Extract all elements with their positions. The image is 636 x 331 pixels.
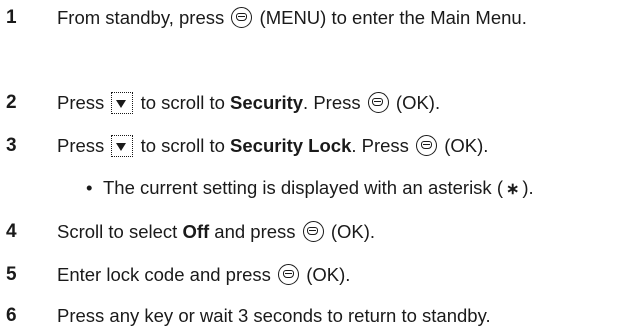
step-text: Press to scroll to Security Lock. Press … [57,134,632,158]
ok-key-icon [416,135,438,156]
step-text: From standby, press (MENU) to enter the … [57,6,527,30]
step-text-part: (OK). [444,135,489,156]
menu-option-security-lock: Security Lock [230,135,352,156]
step-text-part: Enter lock code and press [57,264,271,285]
step-number: 4 [6,221,17,242]
step-text-part: (MENU) to enter the Main Menu. [259,7,527,28]
step-text-part: Scroll to select [57,221,178,242]
step-number: 3 [6,135,17,156]
step-text-part: Press [57,92,105,113]
note-text-part: The current setting is displayed with an… [103,177,503,198]
step-number: 6 [6,305,17,326]
ok-key-icon [367,92,389,113]
step-text-part: (OK). [395,92,441,113]
scroll-down-icon [111,135,134,157]
step-text-part: . Press [303,92,361,113]
step-text-part: Press [57,135,105,156]
step-text-part: and press [214,221,296,242]
step-text-part: From standby, press [57,7,225,28]
step-text-part: (OK). [306,264,351,285]
note-text-part: ). [522,177,534,198]
step-text-part: to scroll to [140,135,225,156]
bullet-marker: • [86,177,93,198]
ok-key-icon [278,264,300,285]
step-text: Enter lock code and press (OK). [57,263,632,287]
step-text-part: . Press [351,135,409,156]
step-number: 1 [6,7,17,28]
menu-option-off: Off [182,221,210,242]
step-text: Scroll to select Off and press (OK). [57,220,632,244]
note-text: The current setting is displayed with an… [103,176,534,202]
menu-key-icon [231,7,253,28]
step-text-part: to scroll to [140,92,225,113]
step-text: Press to scroll to Security. Press (OK). [57,91,632,115]
step-text-part: Press any key or wait 3 seconds to retur… [57,305,491,326]
ok-key-icon [302,221,324,242]
step-text: Press any key or wait 3 seconds to retur… [57,304,632,328]
step-text-part: (OK). [330,221,376,242]
scroll-down-icon [111,92,134,114]
menu-option-security: Security [230,92,304,113]
step-number: 5 [6,264,17,285]
step-number: 2 [6,92,17,113]
asterisk-symbol: ∗ [505,181,520,198]
